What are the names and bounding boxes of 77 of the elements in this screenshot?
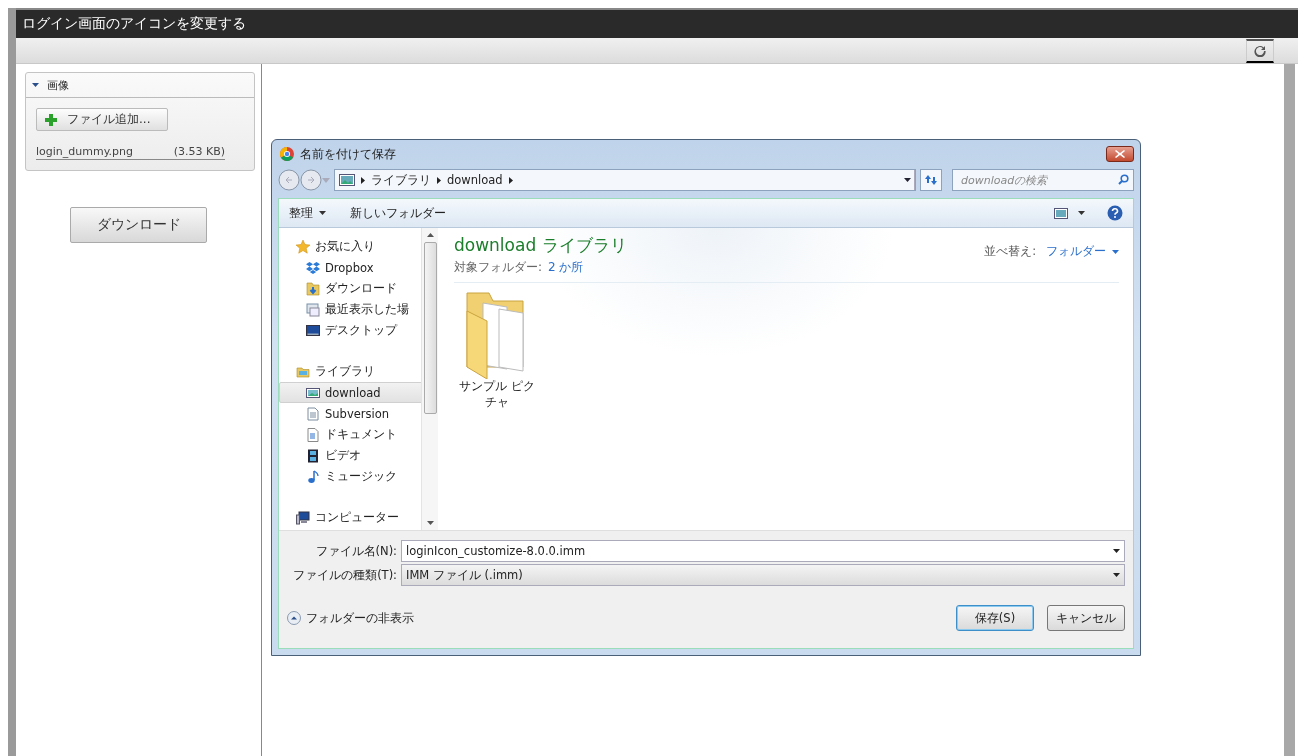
new-folder-button[interactable]: 新しいフォルダー [350,205,446,221]
dropdown-caret-icon[interactable] [1113,549,1120,553]
close-button[interactable] [1106,146,1134,162]
folder-count-label: 対象フォルダー: [454,259,543,276]
field-label: ファイル名(N): [314,543,397,559]
folder-name[interactable]: サンプル ピクチャ [455,379,539,411]
chevron-icon [437,176,441,184]
help-icon[interactable] [1107,205,1123,221]
caret-icon [1078,211,1085,215]
library-folder-icon [296,364,310,379]
field-label: ファイルの種類(T): [292,567,397,583]
document-icon [306,427,320,442]
caret-icon [319,211,326,215]
dialog-button[interactable]: キャンセル [1047,605,1125,631]
film-icon [306,448,320,463]
star-icon [296,239,310,254]
dropdown-caret-icon[interactable] [1113,573,1120,577]
file-name-field[interactable]: loginIcon_customize-8.0.0.imm [401,540,1125,562]
library-heading: download ライブラリ [454,234,627,257]
dialog-title: 名前を付けて保存 [300,145,396,163]
recent-places-icon [306,302,320,317]
pictures-icon [339,174,355,186]
nav-item[interactable]: ミュージック [279,466,421,487]
scroll-up-icon[interactable] [426,233,434,237]
dropdown-caret-icon[interactable] [903,178,911,182]
plus-icon [45,113,57,126]
nav-item[interactable]: ダウンロード [279,278,421,299]
view-icon [1054,207,1068,219]
app-logo-icon [280,147,294,161]
nav-item[interactable]: Dropbox [279,257,421,278]
chevron-icon [508,176,513,184]
nav-item[interactable]: ビデオ [279,445,421,466]
download-button[interactable]: ダウンロード [70,207,207,243]
organize-menu[interactable]: 整理 [289,205,326,221]
documents-icon [306,406,320,421]
nav-item[interactable]: Subversion [279,403,421,424]
breadcrumb-item[interactable]: ライブラリ [371,172,431,188]
panel-title: 画像 [47,77,69,93]
nav-item[interactable]: お気に入り [279,236,421,257]
caret-icon [1112,249,1119,254]
page-title: ログイン画面のアイコンを変更する [22,15,246,33]
scrollbar[interactable] [421,228,438,530]
nav-item[interactable]: コンピューター [279,507,421,528]
close-icon [1115,150,1125,158]
music-note-icon [306,469,320,484]
refresh-icon [1254,44,1266,57]
view-options-button[interactable] [1054,207,1085,219]
hide-folders-button[interactable]: フォルダーの非表示 [287,610,414,626]
chevron-icon [361,176,365,184]
scroll-down-icon[interactable] [426,521,434,525]
address-bar[interactable]: ライブラリ download [334,169,916,191]
sort-label: 並べ替え: [984,244,1036,259]
nav-item[interactable]: ドキュメント [279,424,421,445]
sort-dropdown[interactable]: フォルダー [1046,244,1119,259]
dialog-button[interactable]: 保存(S) [956,605,1034,631]
download-folder-icon [306,281,320,296]
file-size: (3.53 KB) [173,145,225,158]
nav-item[interactable]: ライブラリ [279,361,421,382]
collapse-caret-icon[interactable] [32,83,39,87]
refresh-button[interactable] [1246,38,1274,63]
locations-link[interactable]: 2 か所 [548,259,584,276]
refresh-icon [924,174,938,186]
add-file-button[interactable]: ファイル追加... [36,108,168,131]
file-type-dropdown[interactable]: IMM ファイル (.imm) [401,564,1125,586]
dropbox-icon [306,260,320,275]
search-field[interactable]: downloadの検索 [952,169,1134,191]
nav-item[interactable]: デスクトップ [279,320,421,341]
file-name: login_dummy.png [36,145,134,158]
desktop-icon [306,323,320,338]
pictures-icon [306,385,320,400]
search-icon [1118,174,1129,185]
nav-item[interactable]: 最近表示した場 [279,299,421,320]
chevron-up-icon [287,611,301,625]
nav-item[interactable]: download [279,382,421,403]
scrollbar[interactable] [1284,64,1295,756]
computer-icon [296,510,310,525]
breadcrumb-item[interactable]: download [447,173,503,187]
